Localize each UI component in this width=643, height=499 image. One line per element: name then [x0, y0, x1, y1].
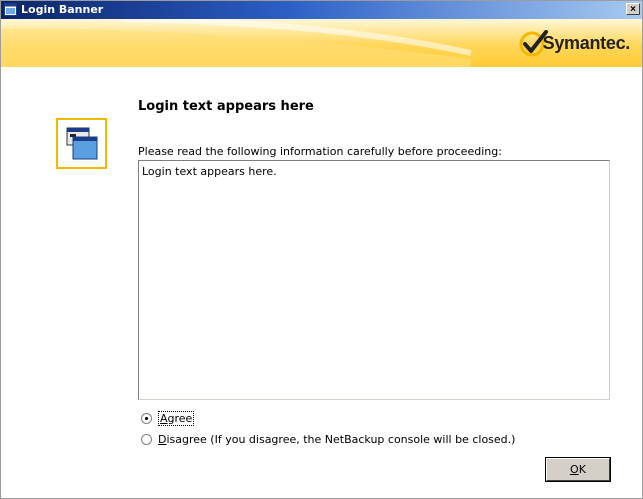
window-title: Login Banner [21, 3, 104, 16]
console-window-icon [55, 117, 108, 170]
ok-button[interactable]: OK [546, 458, 610, 481]
close-icon: × [630, 4, 636, 15]
close-button[interactable]: × [626, 3, 640, 15]
disagree-option[interactable]: Disagree (If you disagree, the NetBackup… [141, 432, 515, 446]
agree-radio[interactable] [141, 412, 152, 424]
page-title: Login text appears here [138, 99, 314, 114]
disagree-label[interactable]: Disagree (If you disagree, the NetBackup… [158, 433, 515, 446]
window-app-icon [4, 3, 17, 16]
header-banner: Symantec. [1, 19, 642, 67]
agree-label[interactable]: Agree [158, 410, 195, 426]
logo-text: Symantec. [542, 32, 631, 53]
ok-label: OK [570, 463, 586, 476]
title-bar[interactable]: Login Banner × [1, 1, 642, 19]
login-banner-window: Login Banner × Symantec. Login text appe [0, 0, 643, 499]
symantec-logo: Symantec. [519, 29, 630, 57]
disagree-radio[interactable] [141, 433, 152, 445]
instruction-text: Please read the following information ca… [138, 145, 502, 158]
agree-option[interactable]: Agree [141, 410, 195, 426]
login-text-area[interactable]: Login text appears here. [138, 160, 610, 400]
